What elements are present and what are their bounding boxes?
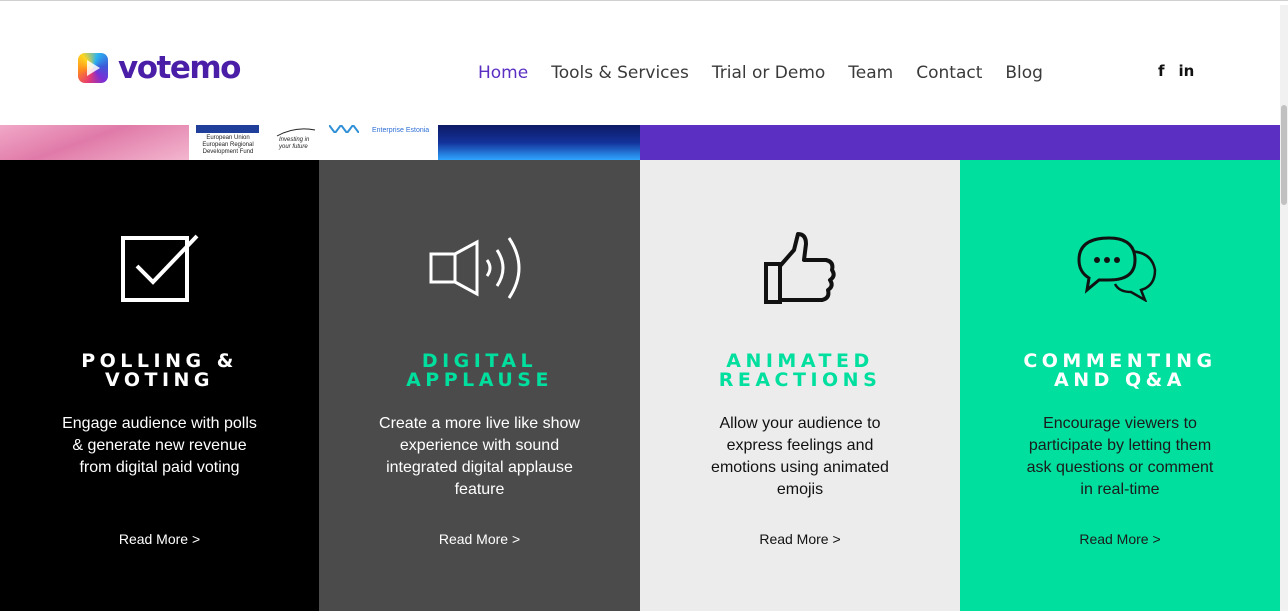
main-nav: Home Tools & Services Trial or Demo Team… (478, 63, 1066, 83)
funding-logos: European Union European Regional Develop… (189, 123, 438, 160)
eu-flag-icon (196, 125, 259, 133)
card-title: DIGITAL APPLAUSE (406, 350, 553, 391)
card-description: Allow your audience to express feelings … (711, 415, 889, 498)
card-animated-reactions: ANIMATED REACTIONS Allow your audience t… (640, 160, 960, 611)
site-header: votemo Home Tools & Services Trial or De… (0, 5, 1280, 125)
votemo-logo-icon (78, 53, 108, 83)
page-scrollbar[interactable] (1280, 5, 1288, 611)
card-title: POLLING & VOTING (81, 350, 238, 391)
read-more-link[interactable]: Read More > (0, 531, 319, 547)
feature-cards: POLLING & VOTING Engage audience with po… (0, 160, 1280, 611)
investing-logo: Investing in your future (275, 125, 317, 160)
hero-banner-bottom: European Union European Regional Develop… (0, 123, 1280, 160)
card-commenting-qa: COMMENTING AND Q&A Encourage viewers to … (960, 160, 1280, 611)
card-polling-voting: POLLING & VOTING Engage audience with po… (0, 160, 319, 611)
brand-name: votemo (118, 50, 241, 86)
nav-contact[interactable]: Contact (916, 63, 982, 83)
linkedin-icon[interactable]: in (1179, 62, 1195, 80)
nav-blog[interactable]: Blog (1005, 63, 1043, 83)
card-description: Engage audience with polls & generate ne… (62, 415, 257, 476)
nav-trial-demo[interactable]: Trial or Demo (712, 63, 825, 83)
checkbox-icon (120, 234, 198, 302)
investing-text: Investing in your future (279, 137, 310, 150)
card-digital-applause: DIGITAL APPLAUSE Create a more live like… (319, 160, 640, 611)
hero-purple-panel (640, 125, 1280, 160)
read-more-link[interactable]: Read More > (960, 531, 1280, 547)
hero-image-pink (0, 125, 189, 160)
card-title: COMMENTING AND Q&A (1023, 350, 1217, 391)
votemo-logo[interactable]: votemo (78, 50, 241, 86)
read-more-link[interactable]: Read More > (319, 531, 640, 547)
scrollbar-thumb[interactable] (1281, 105, 1287, 205)
nav-home[interactable]: Home (478, 63, 528, 83)
hero-image-blue (438, 125, 640, 160)
read-more-link[interactable]: Read More > (640, 531, 960, 547)
card-title: ANIMATED REACTIONS (718, 350, 882, 391)
thumbs-up-icon (764, 232, 836, 304)
card-description: Create a more live like show experience … (379, 415, 580, 498)
card-description: Encourage viewers to participate by lett… (1026, 415, 1214, 498)
enterprise-estonia-text: Enterprise Estonia (372, 127, 430, 134)
facebook-icon[interactable]: f (1158, 62, 1165, 80)
eu-fund-text: European Union European Regional Develop… (202, 135, 254, 155)
nav-team[interactable]: Team (848, 63, 893, 83)
social-links: f in (1158, 62, 1194, 80)
nav-tools-services[interactable]: Tools & Services (551, 63, 689, 83)
enterprise-estonia-icon (328, 123, 360, 135)
speaker-icon (429, 237, 520, 299)
chat-bubbles-icon (1077, 236, 1157, 302)
